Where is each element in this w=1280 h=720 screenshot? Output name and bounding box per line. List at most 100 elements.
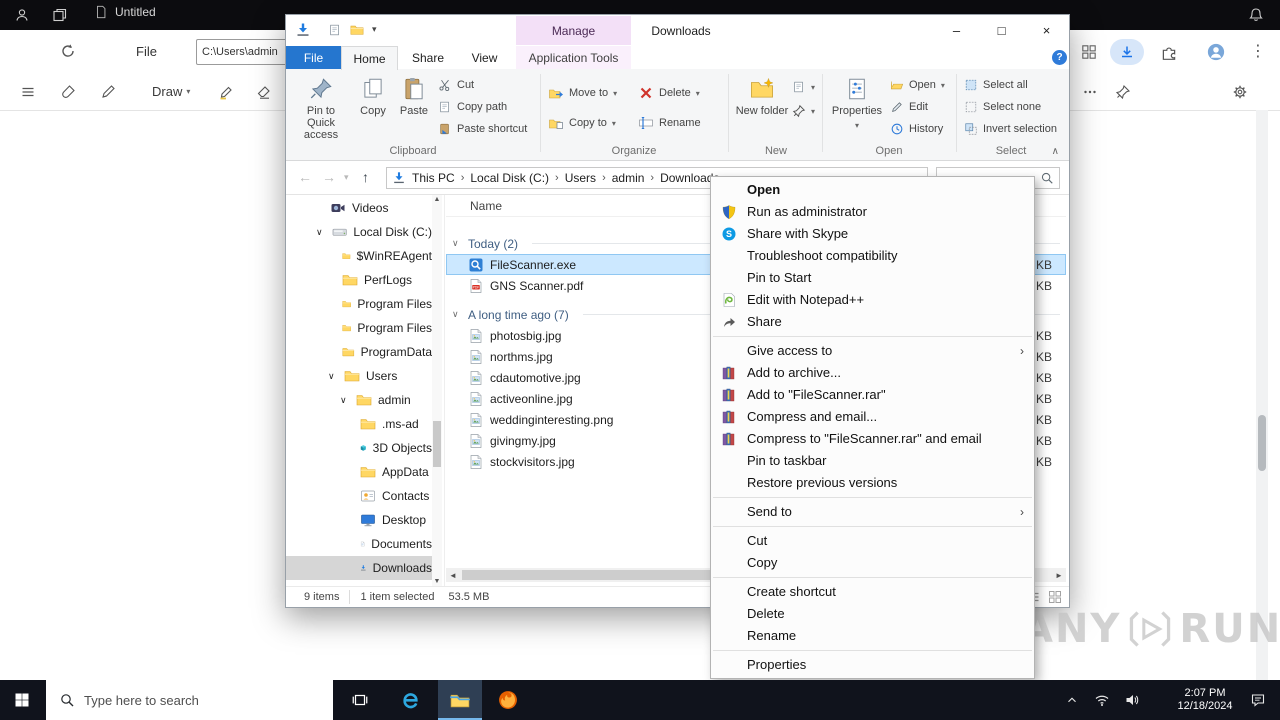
cut-button[interactable]: Cut [438,75,474,95]
history-button[interactable]: History [890,119,943,139]
move-to-button[interactable]: Move to ▾ [548,81,617,105]
menu-dots-icon[interactable]: ⋮ [1250,41,1266,61]
up-button[interactable]: ↑ [362,169,369,185]
sidebar-item-downloads[interactable]: Downloads [286,556,432,580]
close-button[interactable]: × [1024,15,1069,46]
expand-chevron-icon[interactable]: ∨ [340,395,350,406]
edge-taskbar-button[interactable] [388,680,432,720]
tab-file[interactable]: File [286,46,341,69]
sidebar-item-videos[interactable]: Videos [286,196,432,220]
refresh-icon[interactable] [60,43,76,59]
context-menu-item-pin-to-taskbar[interactable]: Pin to taskbar [711,450,1034,472]
taskbar-search[interactable]: Type here to search [46,680,333,720]
downloads-button[interactable] [1110,39,1144,65]
scroll-left-icon[interactable]: ◄ [446,568,460,582]
context-menu-item-add-to-archive[interactable]: Add to archive... [711,362,1034,384]
sidebar-item-users[interactable]: ∨ Users [286,364,432,388]
sidebar-item-programdata[interactable]: ProgramData [286,340,432,364]
panels-icon[interactable] [1080,43,1098,61]
context-menu-item-share[interactable]: Share [711,311,1034,333]
column-header-name[interactable]: Name [470,199,502,213]
action-center-button[interactable] [1240,680,1276,720]
rename-button[interactable]: Rename [638,111,701,135]
background-tab[interactable]: Untitled [94,5,156,19]
new-folder-button[interactable]: New folder [734,73,790,145]
tab-share[interactable]: Share [398,46,458,69]
scroll-up-icon[interactable]: ▲ [432,196,442,203]
tab-home[interactable]: Home [341,46,398,70]
eraser-icon[interactable] [256,84,272,100]
sidebar-item-local-disk[interactable]: ∨ Local Disk (C:) [286,220,432,244]
select-all-button[interactable]: Select all [964,75,1028,95]
profile-avatar[interactable] [1206,42,1226,62]
copy-to-button[interactable]: Copy to ▾ [548,111,616,135]
page-scrollbar-thumb[interactable] [1258,415,1266,471]
firefox-taskbar-button[interactable] [486,680,530,720]
pin-to-quick-access-button[interactable]: Pin to Quick access [292,73,350,145]
tab-view[interactable]: View [458,46,511,69]
sidebar-item-3d-objects[interactable]: 3D Objects [286,436,432,460]
tray-expand-button[interactable] [1058,680,1086,720]
context-menu-item-properties[interactable]: Properties [711,654,1034,676]
sidebar-item-contacts[interactable]: Contacts [286,484,432,508]
sidebar-item-ms-ad[interactable]: .ms-ad [286,412,432,436]
maximize-button[interactable]: □ [979,15,1024,46]
context-menu-item-delete[interactable]: Delete [711,603,1034,625]
file-menu[interactable]: File [136,44,157,59]
context-menu-item-compress-to-filescanner-rar-and-email[interactable]: Compress to "FileScanner.rar" and email [711,428,1034,450]
invert-selection-button[interactable]: Invert selection [964,119,1057,139]
sidebar-item-admin[interactable]: ∨ admin [286,388,432,412]
sidebar-item-desktop[interactable]: Desktop [286,508,432,532]
copy-button[interactable]: Copy [354,73,392,145]
context-menu-item-share-with-skype[interactable]: Share with Skype [711,223,1034,245]
context-menu-item-restore-previous-versions[interactable]: Restore previous versions [711,472,1034,494]
qat-new-folder-button[interactable] [350,23,364,37]
gear-icon[interactable] [1232,84,1248,100]
sidebar-item-documents[interactable]: Documents [286,532,432,556]
easy-access-button[interactable]: ▾ [792,101,815,121]
breadcrumb-users[interactable]: Users [559,171,602,185]
tab-application-tools[interactable]: Application Tools [516,46,631,69]
paste-shortcut-button[interactable]: Paste shortcut [438,119,527,139]
context-menu-item-copy[interactable]: Copy [711,552,1034,574]
navigation-scrollbar[interactable]: ▲ ▼ [432,195,442,586]
pen-icon[interactable] [100,84,116,100]
select-none-button[interactable]: Select none [964,97,1041,117]
breadcrumb-this-pc[interactable]: This PC [406,171,461,185]
group-chevron-icon[interactable]: ∨ [452,238,462,249]
file-explorer-taskbar-button[interactable] [438,680,482,720]
extensions-puzzle-icon[interactable] [1160,43,1178,61]
windows-stack-icon[interactable] [52,7,68,23]
context-menu-item-add-to-filescanner-rar[interactable]: Add to "FileScanner.rar" [711,384,1034,406]
context-menu-item-rename[interactable]: Rename [711,625,1034,647]
navigation-scrollbar-thumb[interactable] [433,421,441,467]
sidebar-item-winreagent[interactable]: $WinREAgent [286,244,432,268]
sidebar-item-perflogs[interactable]: PerfLogs [286,268,432,292]
user-icon[interactable] [14,7,30,23]
taskbar-clock[interactable]: 2:07 PM 12/18/2024 [1172,680,1238,720]
expand-chevron-icon[interactable]: ∨ [316,227,326,238]
sidebar-item-program-files-x86[interactable]: Program Files [286,316,432,340]
context-menu-item-run-as-administrator[interactable]: Run as administrator [711,201,1034,223]
forward-button[interactable]: → [322,169,336,185]
start-button[interactable] [0,680,44,720]
recent-locations-button[interactable]: ▾ [344,172,349,183]
context-menu-item-open[interactable]: Open [711,179,1034,201]
context-menu-item-troubleshoot-compatibility[interactable]: Troubleshoot compatibility [711,245,1034,267]
help-button[interactable]: ? [1052,50,1067,65]
more-tools-dots-icon[interactable] [1082,84,1098,100]
context-menu-item-create-shortcut[interactable]: Create shortcut [711,581,1034,603]
properties-button[interactable]: Properties ▾ [828,73,886,145]
group-chevron-icon[interactable]: ∨ [452,309,462,320]
open-button[interactable]: Open ▾ [890,75,945,95]
scroll-down-icon[interactable]: ▼ [432,578,442,585]
delete-button[interactable]: Delete ▾ [638,81,700,105]
breadcrumb-admin[interactable]: admin [606,171,651,185]
draw-tool-button[interactable]: Draw ▾ [152,84,190,99]
minimize-button[interactable]: – [934,15,979,46]
context-menu-item-give-access-to[interactable]: Give access to › [711,340,1034,362]
paste-button[interactable]: Paste [394,73,434,145]
edit-button[interactable]: Edit [890,97,928,117]
breadcrumb-local-disk[interactable]: Local Disk (C:) [464,171,555,185]
highlighter-icon[interactable] [218,84,234,100]
